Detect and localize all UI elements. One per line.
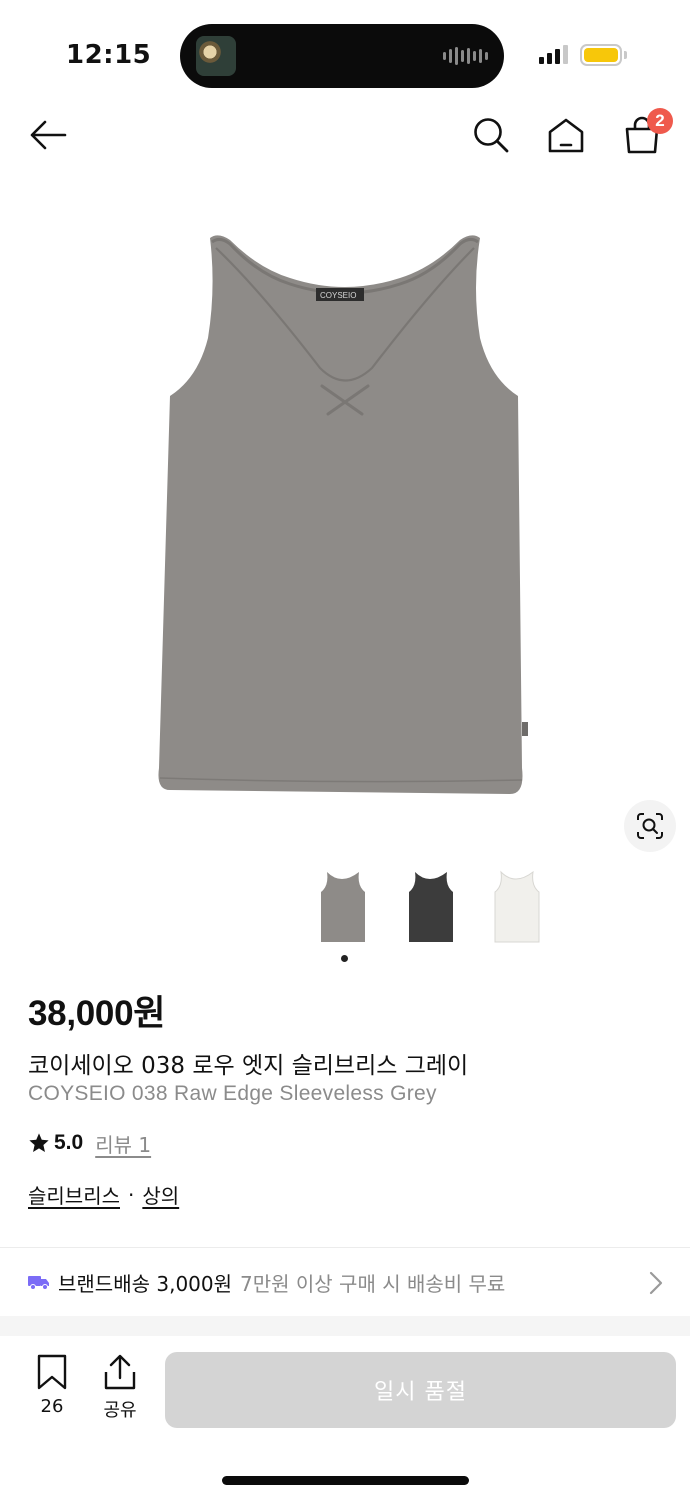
category-separator: · — [128, 1182, 135, 1207]
share-button[interactable]: 공유 — [92, 1354, 148, 1426]
shipping-fee-label: 브랜드배송 3,000원 — [58, 1271, 233, 1296]
category-link-sleeveless[interactable]: 슬리브리스 — [28, 1180, 120, 1209]
status-time: 12:15 — [66, 40, 152, 70]
bookmark-icon — [37, 1354, 67, 1390]
top-navigation — [0, 100, 690, 170]
home-button[interactable] — [540, 110, 592, 160]
cellular-signal-icon — [539, 44, 568, 64]
visual-search-button[interactable] — [624, 800, 676, 852]
product-image[interactable]: COYSEIO — [150, 228, 540, 808]
thumbnail-white[interactable] — [487, 866, 547, 950]
share-label: 공유 — [103, 1400, 137, 1421]
product-price: 38,000원 — [28, 994, 166, 1033]
free-shipping-note: 7만원 이상 구매 시 배송비 무료 — [240, 1271, 506, 1296]
star-icon — [29, 1133, 49, 1152]
search-icon — [474, 118, 509, 153]
bookmark-button[interactable]: 26 — [24, 1354, 80, 1426]
bookmark-count: 26 — [40, 1396, 64, 1417]
battery-tip — [624, 51, 627, 59]
audio-waveform-icon — [443, 46, 488, 66]
sleeveless-top-image: COYSEIO — [158, 235, 528, 794]
review-link[interactable]: 리뷰 1 — [95, 1129, 151, 1158]
dynamic-island — [180, 24, 504, 88]
section-spacer — [0, 1316, 690, 1336]
search-button[interactable] — [466, 110, 516, 160]
category-breadcrumb: 슬리브리스 · 상의 — [28, 1180, 179, 1209]
thumbnail-image — [321, 872, 365, 942]
share-icon — [104, 1354, 136, 1390]
rating-row: 5.0 리뷰 1 — [28, 1129, 151, 1157]
arrow-left-icon — [30, 120, 67, 150]
back-button[interactable] — [22, 112, 74, 158]
lens-search-icon — [637, 813, 663, 839]
chevron-right-icon — [649, 1271, 663, 1295]
thumbnail-image — [409, 872, 453, 942]
thumbnail-black[interactable] — [401, 866, 461, 950]
rating-value: 5.0 — [54, 1131, 84, 1154]
truck-icon — [28, 1276, 49, 1290]
category-link-tops[interactable]: 상의 — [142, 1180, 179, 1209]
home-indicator — [222, 1476, 469, 1485]
status-bar: 12:15 — [0, 0, 690, 100]
carousel-indicator-dot — [341, 955, 348, 962]
battery-icon — [580, 44, 622, 66]
thumbnail-carousel — [313, 866, 553, 950]
cart-count-badge: 2 — [647, 108, 673, 134]
thumbnail-image — [494, 870, 540, 943]
now-playing-artwork — [196, 36, 236, 76]
shipping-info-row[interactable]: 브랜드배송 3,000원 7만원 이상 구매 시 배송비 무료 — [0, 1248, 690, 1316]
image-brand-logo: COYSEIO — [320, 291, 356, 300]
product-name-english: COYSEIO 038 Raw Edge Sleeveless Grey — [28, 1082, 437, 1105]
product-name-korean: 코이세이오 038 로우 엣지 슬리브리스 그레이 — [28, 1053, 469, 1079]
thumbnail-grey[interactable] — [313, 866, 373, 950]
home-icon — [548, 118, 584, 153]
sold-out-button[interactable]: 일시 품절 — [165, 1352, 676, 1428]
